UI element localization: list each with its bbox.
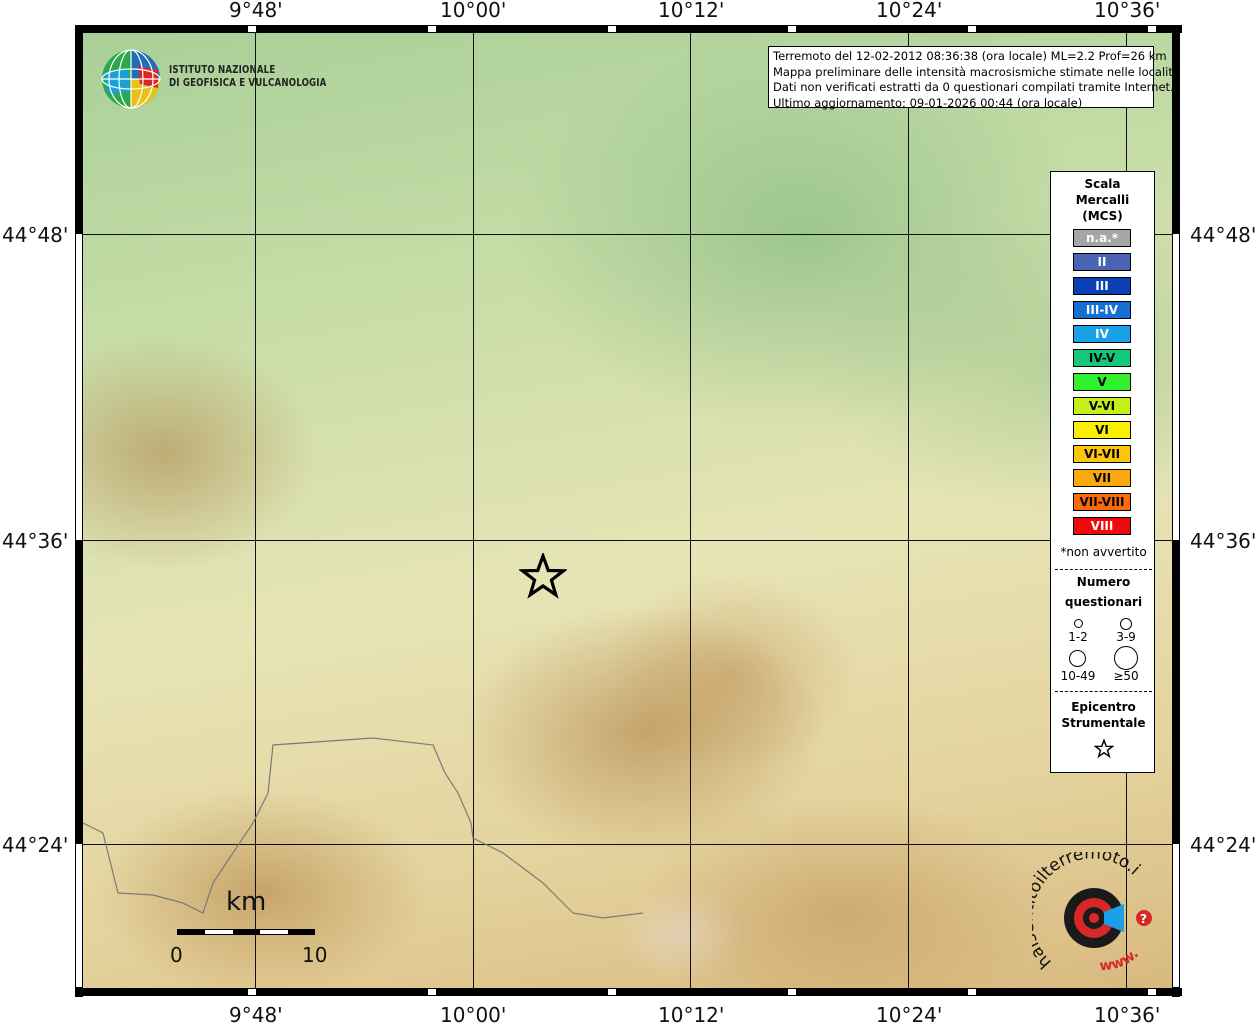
event-info-line: Mappa preliminare delle intensità macros… — [773, 64, 1180, 79]
mcs-scale-item: IV-V — [1073, 349, 1131, 367]
lon-label-bottom: 10°12' — [658, 1003, 725, 1027]
event-info-line: Ultimo aggiornamento: 09-01-2026 00:44 (… — [773, 95, 1083, 110]
ingv-logo-text: ISTITUTO NAZIONALE DI GEOFISICA E VULCAN… — [169, 64, 326, 90]
legend-star-icon — [1094, 739, 1114, 759]
size-label: 1-2 — [1068, 630, 1088, 644]
na-note: *non avvertito — [1060, 545, 1147, 559]
ingv-logo-line1: ISTITUTO NAZIONALE — [169, 64, 276, 76]
lat-label-left: 44°24' — [2, 833, 69, 857]
haisentito-badge[interactable]: haisentitoilterremoto.it www. ? — [1032, 852, 1162, 982]
epicenter-title-2: Strumentale — [1061, 716, 1146, 730]
legend-title: Scala Mercalli (MCS) — [1051, 176, 1154, 224]
regional-border — [83, 737, 644, 919]
mcs-scale-item: V-VI — [1073, 397, 1131, 415]
frame-segment — [76, 234, 82, 540]
mcs-scale-item: VII-VIII — [1073, 493, 1131, 511]
ingv-logo-line2: DI GEOFISICA E VULCANOLOGIA — [169, 77, 327, 89]
scalebar-min: 0 — [170, 943, 183, 967]
lon-label-top: 10°12' — [658, 0, 725, 22]
frame-top — [75, 25, 1182, 33]
frame-segment — [1173, 234, 1179, 540]
scalebar-unit: km — [226, 887, 267, 917]
legend-divider — [1055, 691, 1152, 692]
badge-text-bottom: www. — [1099, 946, 1142, 975]
frame-segment — [76, 844, 82, 987]
lon-label-bottom: 10°24' — [876, 1003, 943, 1027]
size-circle-1-2 — [1074, 619, 1083, 628]
lon-label-top: 10°36' — [1094, 0, 1161, 22]
lat-label-left: 44°36' — [2, 529, 69, 553]
epicenter-title-1: Epicentro — [1071, 700, 1136, 714]
size-circle-10-49 — [1069, 650, 1086, 667]
frame-segment — [1173, 844, 1179, 987]
lon-label-top: 9°48' — [229, 0, 283, 22]
event-info-line: Dati non verificati estratti da 0 questi… — [773, 80, 1174, 94]
ingv-globe-logo — [101, 49, 161, 109]
size-label: ≥50 — [1113, 669, 1139, 683]
svg-text:www.: www. — [1099, 946, 1142, 975]
mcs-scale-item: VI-VII — [1073, 445, 1131, 463]
mcs-scale-item: IV — [1073, 325, 1131, 343]
event-info-line: Terremoto del 12-02-2012 08:36:38 (ora l… — [773, 49, 1167, 63]
lon-label-bottom: 9°48' — [229, 1003, 283, 1027]
lat-label-left: 44°48' — [2, 223, 69, 247]
lon-label-bottom: 10°00' — [440, 1003, 507, 1027]
size-label: 3-9 — [1116, 630, 1136, 644]
intensity-legend: Scala Mercalli (MCS) n.a.* II III III-IV IV I… — [1050, 171, 1155, 773]
mcs-scale-item: VI — [1073, 421, 1131, 439]
lon-label-bottom: 10°36' — [1094, 1003, 1161, 1027]
size-label: 10-49 — [1060, 669, 1096, 683]
questionnaires-title-1: Numero — [1076, 575, 1131, 589]
lat-label-right: 44°48' — [1190, 223, 1255, 247]
frame-bottom — [75, 988, 1182, 996]
svg-text:?: ? — [1140, 912, 1147, 926]
mcs-scale-item: III-IV — [1073, 301, 1131, 319]
mcs-scale-item: VII — [1073, 469, 1131, 487]
legend-divider — [1055, 569, 1152, 570]
questionnaires-title-2: questionari — [1064, 595, 1143, 609]
map-area[interactable] — [83, 33, 1172, 988]
lat-label-right: 44°24' — [1190, 833, 1255, 857]
event-info-box: Terremoto del 12-02-2012 08:36:38 (ora l… — [768, 46, 1180, 110]
epicenter-star-icon[interactable] — [519, 553, 567, 601]
mcs-scale-item: III — [1073, 277, 1131, 295]
lon-label-top: 10°00' — [440, 0, 507, 22]
lat-label-right: 44°36' — [1190, 529, 1255, 553]
legend-title-line: Scala — [1084, 177, 1121, 191]
size-circle-50 — [1114, 646, 1138, 670]
scale-bar — [177, 929, 315, 935]
legend-title-line: Mercalli — [1075, 193, 1130, 207]
legend-title-line: (MCS) — [1082, 209, 1123, 223]
mcs-scale-item: V — [1073, 373, 1131, 391]
mcs-scale-item: n.a.* — [1073, 229, 1131, 247]
mcs-scale-item: VIII — [1073, 517, 1131, 535]
scalebar-max: 10 — [302, 943, 328, 967]
mcs-scale-item: II — [1073, 253, 1131, 271]
size-circle-3-9 — [1120, 618, 1132, 630]
lon-label-top: 10°24' — [876, 0, 943, 22]
